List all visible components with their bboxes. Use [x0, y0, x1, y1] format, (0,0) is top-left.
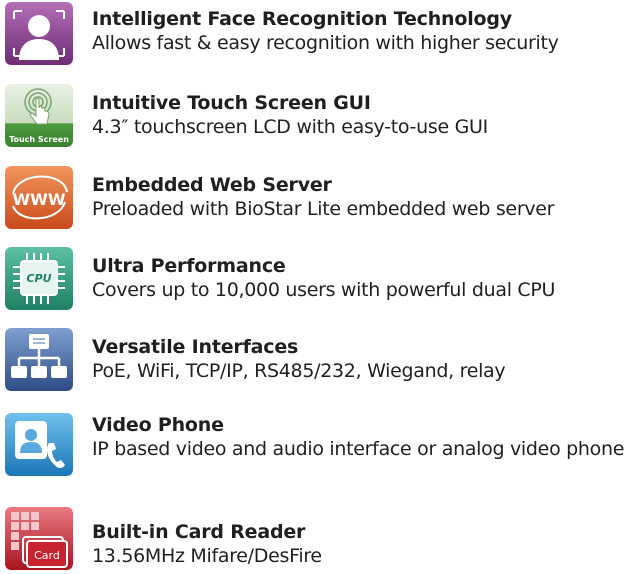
icon-label: CPU — [26, 272, 51, 285]
feature-description: Covers up to 10,000 users with powerful … — [92, 279, 556, 301]
feature-title: Ultra Performance — [92, 255, 286, 277]
feature-description: Allows fast & easy recognition with high… — [92, 32, 559, 54]
touch-screen-icon: Touch Screen — [5, 84, 73, 147]
feature-description: IP based video and audio interface or an… — [92, 438, 625, 460]
feature-title: Versatile Interfaces — [92, 336, 299, 358]
icon-label: WWW — [13, 190, 66, 209]
feature-description: 4.3″ touchscreen LCD with easy-to-use GU… — [92, 116, 488, 138]
feature-title: Intelligent Face Recognition Technology — [92, 8, 512, 30]
feature-description: 13.56MHz Mifare/DesFire — [92, 545, 322, 567]
card-reader-icon: Card — [5, 507, 73, 570]
network-icon — [5, 328, 73, 391]
feature-title: Video Phone — [92, 414, 224, 436]
video-phone-icon — [5, 413, 73, 476]
icon-label: Card — [34, 549, 60, 562]
feature-description: Preloaded with BioStar Lite embedded web… — [92, 198, 555, 220]
feature-description: PoE, WiFi, TCP/IP, RS485/232, Wiegand, r… — [92, 360, 506, 382]
feature-title: Embedded Web Server — [92, 174, 332, 196]
www-icon: WWW — [5, 166, 73, 229]
feature-title: Built-in Card Reader — [92, 521, 306, 543]
feature-title: Intuitive Touch Screen GUI — [92, 92, 371, 114]
cpu-icon: CPU — [5, 247, 73, 310]
face-recognition-icon — [5, 2, 73, 65]
icon-label: Touch Screen — [9, 135, 69, 144]
